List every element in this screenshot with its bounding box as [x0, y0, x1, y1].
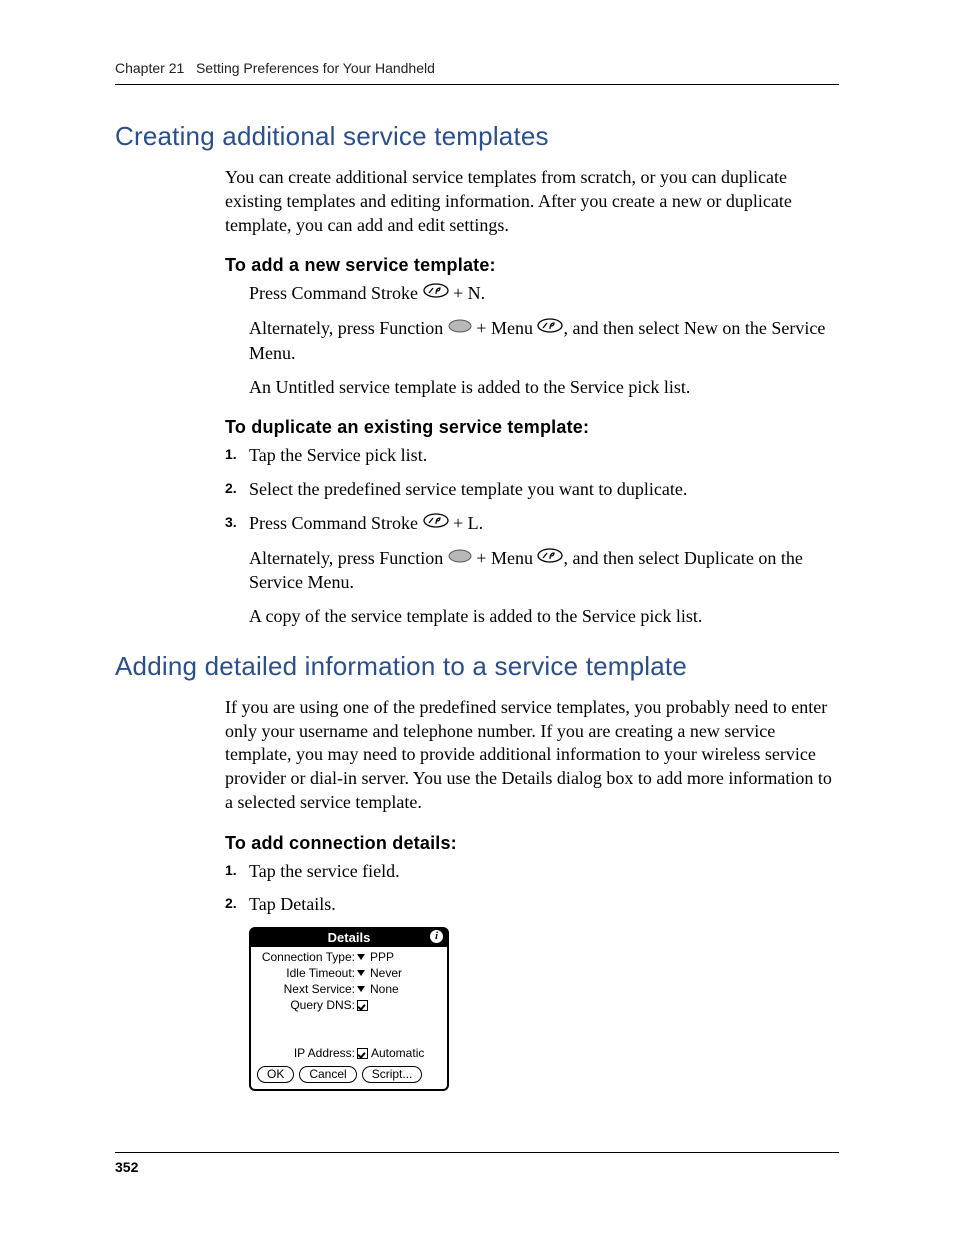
subheading-add-new: To add a new service template: [225, 255, 839, 276]
subheading-duplicate: To duplicate an existing service templat… [225, 417, 839, 438]
chevron-down-icon [357, 986, 365, 992]
duplicate-step-3: 3.Press Command Stroke + L. [225, 512, 839, 537]
duplicate-step-2: 2.Select the predefined service template… [225, 478, 839, 502]
dialog-title: Details [328, 930, 371, 945]
row-query-dns: Query DNS: [257, 998, 441, 1012]
chapter-label: Chapter 21 [115, 60, 184, 76]
conn-details-steps: 1.Tap the service field. 2.Tap Details. [225, 860, 839, 918]
chevron-down-icon [357, 954, 365, 960]
dialog-button-row: OK Cancel Script... [257, 1066, 441, 1083]
duplicate-steps: 1.Tap the Service pick list. 2.Select th… [225, 444, 839, 536]
dropdown-next-service[interactable]: None [357, 982, 399, 996]
checkbox-query-dns[interactable] [357, 1000, 368, 1011]
function-key-icon [448, 546, 472, 570]
menu-key-icon [537, 316, 563, 340]
info-icon[interactable]: i [430, 930, 443, 943]
subheading-add-conn-details: To add connection details: [225, 833, 839, 854]
checkbox-checked-icon [357, 1000, 368, 1011]
chapter-title: Setting Preferences for Your Handheld [196, 60, 435, 76]
label-idle-timeout: Idle Timeout: [257, 966, 357, 980]
running-header: Chapter 21 Setting Preferences for Your … [115, 60, 839, 85]
page-number: 352 [115, 1152, 839, 1175]
label-next-service: Next Service: [257, 982, 357, 996]
dropdown-idle-timeout[interactable]: Never [357, 966, 402, 980]
add-new-result: An Untitled service template is added to… [225, 376, 839, 400]
dialog-body: Connection Type: PPP Idle Timeout: Never… [251, 947, 447, 1089]
menu-key-icon [537, 546, 563, 570]
duplicate-result: A copy of the service template is added … [225, 605, 839, 629]
conn-step-1: 1.Tap the service field. [225, 860, 839, 884]
section-heading-creating-templates: Creating additional service templates [115, 121, 839, 152]
row-next-service: Next Service: None [257, 982, 441, 996]
dialog-titlebar: Details i [251, 929, 447, 947]
duplicate-alt: Alternately, press Function + Menu , and… [225, 547, 839, 596]
row-ip-address: IP Address: Automatic [257, 1046, 441, 1060]
row-connection-type: Connection Type: PPP [257, 950, 441, 964]
conn-step-2: 2.Tap Details. [225, 893, 839, 917]
dropdown-connection-type[interactable]: PPP [357, 950, 394, 964]
section-heading-adding-details: Adding detailed information to a service… [115, 651, 839, 682]
section2-intro: If you are using one of the predefined s… [225, 696, 839, 815]
checkbox-checked-icon [357, 1048, 368, 1059]
section1-intro: You can create additional service templa… [225, 166, 839, 237]
cancel-button[interactable]: Cancel [299, 1066, 356, 1083]
document-page: Chapter 21 Setting Preferences for Your … [0, 0, 954, 1235]
script-button[interactable]: Script... [362, 1066, 423, 1083]
label-ip-address: IP Address: [257, 1046, 357, 1060]
command-stroke-icon [423, 511, 449, 535]
section1-body: You can create additional service templa… [225, 166, 839, 629]
chevron-down-icon [357, 970, 365, 976]
section2-body: If you are using one of the predefined s… [225, 696, 839, 1091]
duplicate-step-1: 1.Tap the Service pick list. [225, 444, 839, 468]
function-key-icon [448, 316, 472, 340]
command-stroke-icon [423, 281, 449, 305]
add-new-line1: Press Command Stroke + N. [225, 282, 839, 307]
checkbox-ip-address[interactable]: Automatic [357, 1046, 424, 1060]
row-idle-timeout: Idle Timeout: Never [257, 966, 441, 980]
details-dialog: Details i Connection Type: PPP Idle Time… [249, 927, 449, 1091]
label-connection-type: Connection Type: [257, 950, 357, 964]
label-query-dns: Query DNS: [257, 998, 357, 1012]
add-new-line2: Alternately, press Function + Menu , and… [225, 317, 839, 366]
ok-button[interactable]: OK [257, 1066, 294, 1083]
